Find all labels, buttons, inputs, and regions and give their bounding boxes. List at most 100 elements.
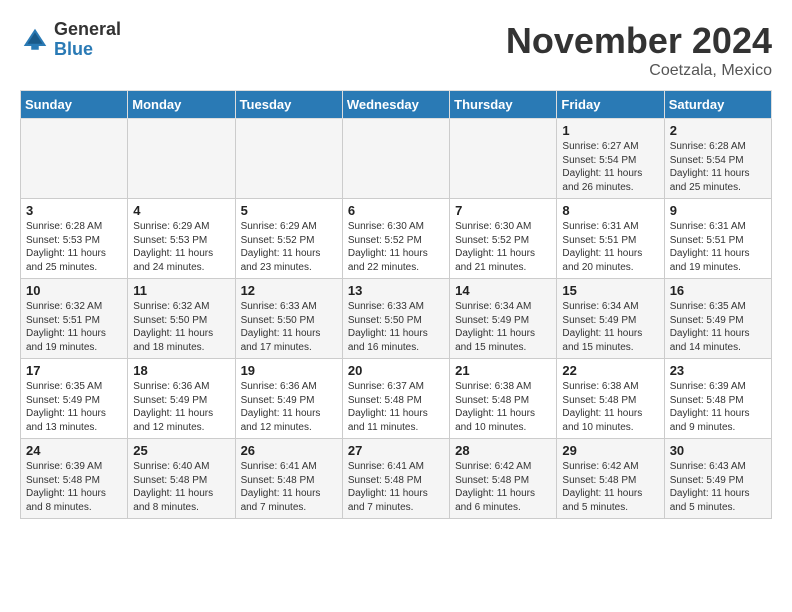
day-info: Sunrise: 6:38 AM Sunset: 5:48 PM Dayligh… (562, 380, 658, 434)
header-cell-friday: Friday (557, 91, 664, 119)
calendar-cell (21, 119, 128, 199)
header: General Blue November 2024 Coetzala, Mex… (20, 20, 772, 80)
day-number: 6 (348, 203, 444, 218)
day-number: 11 (133, 283, 229, 298)
day-info: Sunrise: 6:31 AM Sunset: 5:51 PM Dayligh… (670, 220, 766, 274)
calendar-cell: 10 Sunrise: 6:32 AM Sunset: 5:51 PM Dayli… (21, 279, 128, 359)
header-cell-tuesday: Tuesday (235, 91, 342, 119)
calendar-cell: 18 Sunrise: 6:36 AM Sunset: 5:49 PM Dayli… (128, 359, 235, 439)
day-info: Sunrise: 6:33 AM Sunset: 5:50 PM Dayligh… (241, 300, 337, 354)
day-number: 21 (455, 363, 551, 378)
calendar-cell: 7Sunrise: 6:30 AM Sunset: 5:52 PM Daylig… (450, 199, 557, 279)
header-cell-wednesday: Wednesday (342, 91, 449, 119)
day-number: 24 (26, 443, 122, 458)
day-info: Sunrise: 6:29 AM Sunset: 5:53 PM Dayligh… (133, 220, 229, 274)
day-number: 19 (241, 363, 337, 378)
calendar-cell: 26Sunrise: 6:41 AM Sunset: 5:48 PM Dayli… (235, 439, 342, 519)
calendar-cell: 17 Sunrise: 6:35 AM Sunset: 5:49 PM Dayli… (21, 359, 128, 439)
day-info: Sunrise: 6:32 AM Sunset: 5:50 PM Dayligh… (133, 300, 229, 354)
calendar-cell: 27 Sunrise: 6:41 AM Sunset: 5:48 PM Dayli… (342, 439, 449, 519)
calendar-cell: 23 Sunrise: 6:39 AM Sunset: 5:48 PM Dayli… (664, 359, 771, 439)
day-info: Sunrise: 6:35 AM Sunset: 5:49 PM Dayligh… (26, 380, 122, 434)
calendar-cell: 28 Sunrise: 6:42 AM Sunset: 5:48 PM Dayli… (450, 439, 557, 519)
day-number: 4 (133, 203, 229, 218)
day-info: Sunrise: 6:34 AM Sunset: 5:49 PM Dayligh… (455, 300, 551, 354)
day-number: 10 (26, 283, 122, 298)
day-info: Sunrise: 6:32 AM Sunset: 5:51 PM Dayligh… (26, 300, 122, 354)
calendar-cell: 29 Sunrise: 6:42 AM Sunset: 5:48 PM Dayli… (557, 439, 664, 519)
header-cell-thursday: Thursday (450, 91, 557, 119)
day-info: Sunrise: 6:39 AM Sunset: 5:48 PM Dayligh… (670, 380, 766, 434)
calendar-cell: 25 Sunrise: 6:40 AM Sunset: 5:48 PM Dayli… (128, 439, 235, 519)
day-info: Sunrise: 6:42 AM Sunset: 5:48 PM Dayligh… (562, 460, 658, 514)
day-info: Sunrise: 6:30 AM Sunset: 5:52 PM Dayligh… (348, 220, 444, 274)
day-info: Sunrise: 6:39 AM Sunset: 5:48 PM Dayligh… (26, 460, 122, 514)
calendar-cell: 11 Sunrise: 6:32 AM Sunset: 5:50 PM Dayli… (128, 279, 235, 359)
calendar-table: SundayMondayTuesdayWednesdayThursdayFrid… (20, 90, 772, 519)
day-number: 29 (562, 443, 658, 458)
logo-icon (20, 25, 50, 55)
week-row-4: 24 Sunrise: 6:39 AM Sunset: 5:48 PM Dayli… (21, 439, 772, 519)
title-block: November 2024 Coetzala, Mexico (506, 20, 772, 80)
day-number: 18 (133, 363, 229, 378)
header-cell-monday: Monday (128, 91, 235, 119)
calendar-cell: 6 Sunrise: 6:30 AM Sunset: 5:52 PM Daylig… (342, 199, 449, 279)
day-number: 14 (455, 283, 551, 298)
day-number: 28 (455, 443, 551, 458)
calendar-cell: 1Sunrise: 6:27 AM Sunset: 5:54 PM Daylig… (557, 119, 664, 199)
calendar-cell (342, 119, 449, 199)
calendar-cell: 16 Sunrise: 6:35 AM Sunset: 5:49 PM Dayli… (664, 279, 771, 359)
header-cell-saturday: Saturday (664, 91, 771, 119)
day-info: Sunrise: 6:41 AM Sunset: 5:48 PM Dayligh… (348, 460, 444, 514)
day-info: Sunrise: 6:42 AM Sunset: 5:48 PM Dayligh… (455, 460, 551, 514)
location: Coetzala, Mexico (506, 62, 772, 80)
calendar-cell: 21 Sunrise: 6:38 AM Sunset: 5:48 PM Dayli… (450, 359, 557, 439)
logo-blue-text: Blue (54, 40, 121, 60)
day-info: Sunrise: 6:43 AM Sunset: 5:49 PM Dayligh… (670, 460, 766, 514)
week-row-3: 17 Sunrise: 6:35 AM Sunset: 5:49 PM Dayli… (21, 359, 772, 439)
calendar-cell: 4 Sunrise: 6:29 AM Sunset: 5:53 PM Daylig… (128, 199, 235, 279)
day-number: 23 (670, 363, 766, 378)
logo-text: General Blue (54, 20, 121, 60)
calendar-cell: 24 Sunrise: 6:39 AM Sunset: 5:48 PM Dayli… (21, 439, 128, 519)
day-info: Sunrise: 6:29 AM Sunset: 5:52 PM Dayligh… (241, 220, 337, 274)
day-info: Sunrise: 6:40 AM Sunset: 5:48 PM Dayligh… (133, 460, 229, 514)
calendar-cell: 2Sunrise: 6:28 AM Sunset: 5:54 PM Daylig… (664, 119, 771, 199)
day-number: 3 (26, 203, 122, 218)
day-number: 30 (670, 443, 766, 458)
day-info: Sunrise: 6:41 AM Sunset: 5:48 PM Dayligh… (241, 460, 337, 514)
day-number: 2 (670, 123, 766, 138)
day-number: 25 (133, 443, 229, 458)
calendar-cell: 8 Sunrise: 6:31 AM Sunset: 5:51 PM Daylig… (557, 199, 664, 279)
week-row-2: 10 Sunrise: 6:32 AM Sunset: 5:51 PM Dayli… (21, 279, 772, 359)
header-cell-sunday: Sunday (21, 91, 128, 119)
week-row-1: 3Sunrise: 6:28 AM Sunset: 5:53 PM Daylig… (21, 199, 772, 279)
calendar-cell: 19 Sunrise: 6:36 AM Sunset: 5:49 PM Dayli… (235, 359, 342, 439)
day-number: 22 (562, 363, 658, 378)
day-number: 12 (241, 283, 337, 298)
day-number: 16 (670, 283, 766, 298)
logo-general-text: General (54, 20, 121, 40)
calendar-cell: 14 Sunrise: 6:34 AM Sunset: 5:49 PM Dayli… (450, 279, 557, 359)
calendar-cell: 13 Sunrise: 6:33 AM Sunset: 5:50 PM Dayli… (342, 279, 449, 359)
day-number: 7 (455, 203, 551, 218)
day-number: 9 (670, 203, 766, 218)
logo: General Blue (20, 20, 121, 60)
calendar-cell: 5Sunrise: 6:29 AM Sunset: 5:52 PM Daylig… (235, 199, 342, 279)
calendar-cell: 3Sunrise: 6:28 AM Sunset: 5:53 PM Daylig… (21, 199, 128, 279)
day-info: Sunrise: 6:38 AM Sunset: 5:48 PM Dayligh… (455, 380, 551, 434)
day-number: 13 (348, 283, 444, 298)
day-number: 15 (562, 283, 658, 298)
day-number: 20 (348, 363, 444, 378)
day-number: 1 (562, 123, 658, 138)
day-info: Sunrise: 6:36 AM Sunset: 5:49 PM Dayligh… (133, 380, 229, 434)
day-info: Sunrise: 6:35 AM Sunset: 5:49 PM Dayligh… (670, 300, 766, 354)
calendar-cell (450, 119, 557, 199)
day-info: Sunrise: 6:31 AM Sunset: 5:51 PM Dayligh… (562, 220, 658, 274)
day-number: 27 (348, 443, 444, 458)
day-number: 17 (26, 363, 122, 378)
calendar-cell: 9 Sunrise: 6:31 AM Sunset: 5:51 PM Daylig… (664, 199, 771, 279)
day-info: Sunrise: 6:36 AM Sunset: 5:49 PM Dayligh… (241, 380, 337, 434)
day-number: 8 (562, 203, 658, 218)
day-info: Sunrise: 6:33 AM Sunset: 5:50 PM Dayligh… (348, 300, 444, 354)
